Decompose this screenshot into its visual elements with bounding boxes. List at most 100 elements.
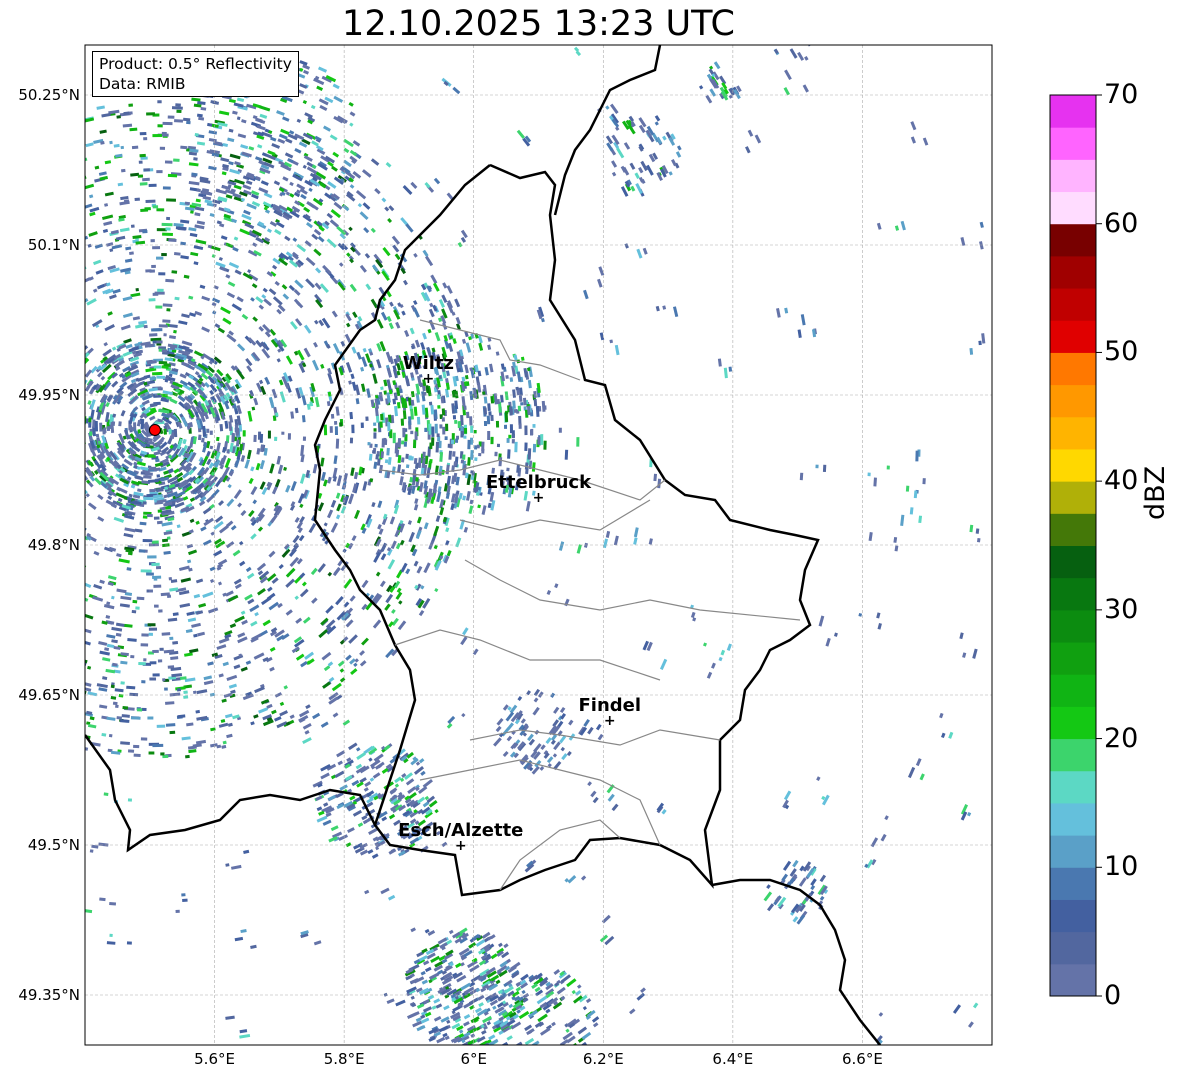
echo-pixel bbox=[44, 502, 52, 511]
echo-pixel bbox=[37, 353, 44, 361]
echo-pixel bbox=[506, 735, 513, 742]
echo-pixel bbox=[303, 69, 310, 75]
echo-pixel bbox=[308, 187, 313, 192]
echo-pixel bbox=[190, 251, 199, 257]
echo-pixel bbox=[158, 272, 166, 276]
echo-pixel bbox=[393, 504, 400, 515]
echo-pixel bbox=[87, 723, 97, 729]
echo-pixel bbox=[335, 596, 344, 606]
echo-pixel bbox=[50, 680, 55, 684]
echo-pixel bbox=[334, 770, 345, 778]
echo-pixel bbox=[23, 460, 27, 465]
echo-pixel bbox=[148, 589, 153, 593]
echo-pixel bbox=[559, 1055, 566, 1061]
echo-pixel bbox=[169, 636, 174, 641]
echo-pixel bbox=[434, 587, 439, 593]
echo-pixel bbox=[94, 243, 103, 249]
echo-pixel bbox=[225, 1015, 235, 1020]
echo-pixel bbox=[500, 363, 505, 370]
echo-pixel bbox=[19, 127, 26, 132]
echo-pixel bbox=[174, 119, 184, 123]
echo-pixel bbox=[249, 604, 260, 613]
echo-pixel bbox=[308, 522, 317, 534]
echo-pixel bbox=[388, 205, 395, 212]
echo-pixel bbox=[327, 794, 336, 801]
echo-pixel bbox=[0, 334, 1, 340]
echo-pixel bbox=[72, 468, 77, 474]
echo-pixel bbox=[158, 324, 168, 328]
echo-pixel bbox=[317, 66, 328, 73]
echo-pixel bbox=[290, 480, 297, 492]
echo-pixel bbox=[269, 398, 275, 409]
echo-pixel bbox=[413, 252, 418, 258]
echo-pixel bbox=[51, 721, 55, 725]
echo-pixel bbox=[405, 568, 411, 575]
echo-pixel bbox=[17, 483, 22, 490]
echo-pixel bbox=[102, 228, 109, 233]
echo-pixel bbox=[327, 372, 334, 385]
echo-pixel bbox=[69, 482, 74, 487]
echo-pixel bbox=[111, 626, 123, 632]
echo-pixel bbox=[228, 161, 234, 166]
echo-pixel bbox=[85, 595, 89, 602]
echo-pixel bbox=[362, 481, 368, 491]
echo-pixel bbox=[17, 266, 22, 271]
echo-pixel bbox=[80, 436, 85, 445]
echo-pixel bbox=[371, 853, 379, 859]
echo-pixel bbox=[0, 689, 5, 695]
echo-pixel bbox=[228, 128, 234, 133]
echo-pixel bbox=[153, 516, 160, 520]
echo-pixel bbox=[73, 323, 83, 332]
echo-pixel bbox=[89, 431, 93, 436]
echo-pixel bbox=[189, 648, 199, 654]
echo-pixel bbox=[939, 712, 944, 719]
echo-pixel bbox=[66, 326, 75, 335]
echo-pixel bbox=[276, 110, 285, 116]
echo-pixel bbox=[126, 567, 132, 571]
echo-pixel bbox=[126, 685, 136, 690]
echo-pixel bbox=[210, 727, 216, 732]
echo-pixel bbox=[98, 171, 107, 176]
echo-pixel bbox=[323, 522, 328, 527]
echo-pixel bbox=[294, 318, 303, 327]
echo-pixel bbox=[142, 539, 153, 543]
echo-pixel bbox=[458, 1029, 464, 1034]
echo-pixel bbox=[443, 1004, 450, 1011]
echo-pixel bbox=[68, 619, 73, 623]
echo-pixel bbox=[446, 475, 451, 486]
echo-pixel bbox=[160, 752, 165, 756]
echo-pixel bbox=[119, 719, 130, 723]
echo-pixel bbox=[703, 642, 707, 647]
echo-pixel bbox=[89, 849, 94, 853]
echo-pixel bbox=[58, 680, 65, 685]
echo-pixel bbox=[709, 88, 717, 97]
echo-pixel bbox=[85, 369, 93, 378]
echo-pixel bbox=[446, 1019, 451, 1024]
echo-pixel bbox=[246, 449, 252, 460]
echo-pixel bbox=[367, 849, 374, 855]
echo-pixel bbox=[146, 112, 155, 116]
echo-pixel bbox=[465, 342, 472, 353]
echo-pixel bbox=[156, 170, 163, 174]
echo-pixel bbox=[18, 288, 24, 294]
echo-pixel bbox=[216, 442, 221, 452]
echo-pixel bbox=[372, 619, 382, 629]
echo-pixel bbox=[371, 502, 376, 508]
echo-pixel bbox=[573, 1053, 581, 1060]
echo-pixel bbox=[68, 213, 74, 218]
echo-pixel bbox=[468, 942, 477, 949]
echo-pixel bbox=[106, 643, 115, 649]
echo-pixel bbox=[515, 386, 519, 391]
echo-pixel bbox=[346, 322, 351, 328]
echo-pixel bbox=[264, 376, 271, 385]
echo-pixel bbox=[484, 366, 489, 376]
echo-pixel bbox=[47, 675, 53, 680]
echo-pixel bbox=[873, 477, 877, 487]
echo-pixel bbox=[187, 745, 197, 750]
echo-pixel bbox=[357, 822, 364, 828]
echo-pixel bbox=[462, 454, 466, 460]
echo-pixel bbox=[81, 397, 85, 402]
echo-pixel bbox=[418, 609, 425, 617]
echo-pixel bbox=[181, 313, 190, 319]
echo-pixel bbox=[139, 153, 146, 158]
